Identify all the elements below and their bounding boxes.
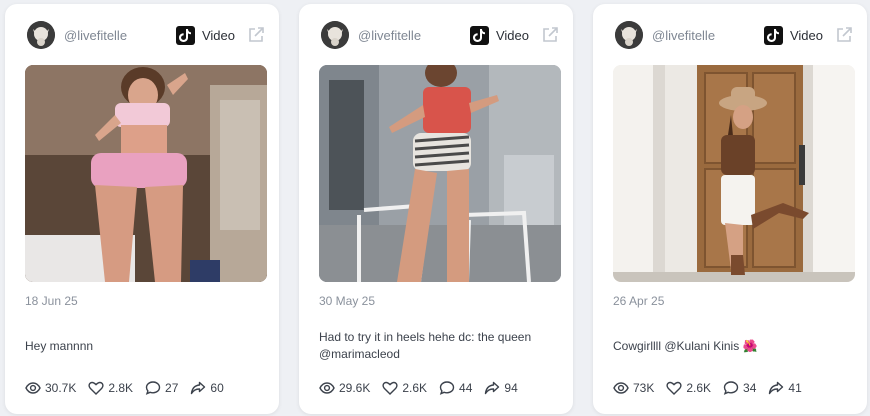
eye-icon [613,382,629,394]
platform-label: Video [201,27,235,43]
comments-stat: 34 [723,380,756,396]
shares-count: 94 [504,381,518,395]
shares-stat: 60 [190,380,224,396]
comments-stat: 44 [439,380,472,396]
external-link-icon[interactable] [835,26,853,44]
external-link-icon[interactable] [247,26,265,44]
post-stats: 73K 2.6K 34 41 [613,380,814,396]
username[interactable]: @livefitelle [652,28,764,43]
platform-label: Video [789,27,823,43]
shares-count: 60 [210,381,224,395]
eye-icon [25,382,41,394]
likes-stat: 2.8K [88,380,133,396]
comment-icon [145,381,161,395]
external-link-icon[interactable] [541,26,559,44]
comment-icon [723,381,739,395]
post-card[interactable]: @livefitelle Video [5,4,279,414]
views-count: 30.7K [45,381,77,395]
username[interactable]: @livefitelle [64,28,176,43]
likes-count: 2.6K [686,381,712,395]
card-header: @livefitelle Video [593,20,867,50]
views-count: 29.6K [339,381,371,395]
views-stat: 30.7K [25,380,76,396]
platform-badge: Video [175,25,235,45]
share-icon [769,381,784,395]
video-thumbnail[interactable] [613,65,855,282]
heart-icon [88,381,104,395]
platform-label: Video [495,27,529,43]
card-header: @livefitelle Video [5,20,279,50]
heart-icon [382,381,398,395]
video-thumbnail[interactable] [319,65,561,282]
post-caption: Cowgirllll @Kulani Kinis 🌺 [613,338,758,353]
post-date: 30 May 25 [319,294,376,308]
tiktok-logo-icon [175,25,195,45]
likes-count: 2.8K [108,381,134,395]
shares-stat: 94 [484,380,518,396]
comments-stat: 27 [145,380,178,396]
likes-stat: 2.6K [666,380,711,396]
post-stats: 29.6K 2.6K 44 94 [319,380,530,396]
shares-count: 41 [788,381,802,395]
avatar[interactable] [321,21,349,49]
views-stat: 29.6K [319,380,370,396]
username[interactable]: @livefitelle [358,28,470,43]
views-stat: 73K [613,380,654,396]
heart-icon [666,381,682,395]
comments-count: 27 [165,381,179,395]
avatar[interactable] [615,21,643,49]
post-card[interactable]: @livefitelle Video [593,4,867,414]
post-stats: 30.7K 2.8K 27 60 [25,380,236,396]
eye-icon [319,382,335,394]
video-thumbnail[interactable] [25,65,267,282]
share-icon [485,381,500,395]
comment-icon [439,381,455,395]
comments-count: 34 [743,381,757,395]
likes-stat: 2.6K [382,380,427,396]
avatar[interactable] [27,21,55,49]
tiktok-logo-icon [763,25,783,45]
post-caption: Had to try it in heels hehe dc: the quee… [319,330,532,361]
shares-stat: 41 [768,380,802,396]
platform-badge: Video [763,25,823,45]
likes-count: 2.6K [402,381,428,395]
post-date: 18 Jun 25 [25,294,78,308]
share-icon [191,381,206,395]
post-date: 26 Apr 25 [613,294,665,308]
tiktok-logo-icon [469,25,489,45]
card-header: @livefitelle Video [299,20,573,50]
platform-badge: Video [469,25,529,45]
post-card[interactable]: @livefitelle Video [299,4,573,414]
views-count: 73K [633,381,655,395]
comments-count: 44 [459,381,473,395]
post-caption: Hey mannnn [25,338,94,353]
